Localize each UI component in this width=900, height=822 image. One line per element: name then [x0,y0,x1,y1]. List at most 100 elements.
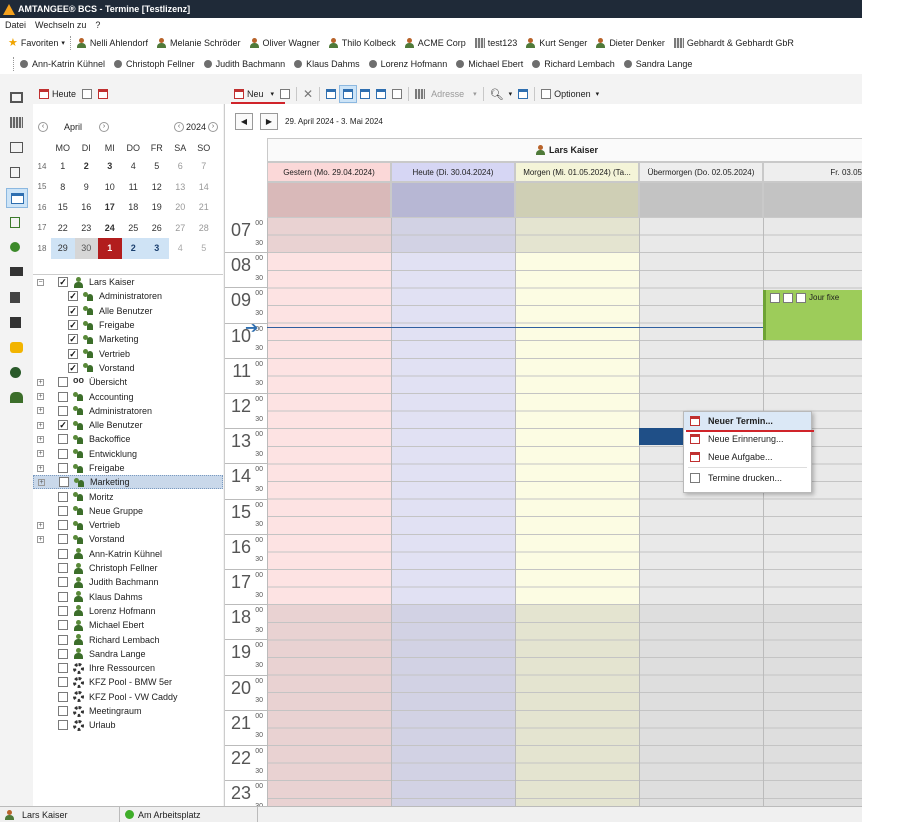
tree-item[interactable]: Richard Lembach [33,632,223,646]
expand-toggle[interactable]: + [37,464,44,472]
tree-checkbox[interactable] [59,477,69,488]
options-button[interactable]: Optionen ▾ [538,85,602,103]
year-label[interactable]: 2024 [186,122,206,132]
calendar-day[interactable]: 10 [98,177,122,198]
appointment-jour-fixe[interactable]: Jour fixe [763,290,865,340]
help-button[interactable] [6,363,28,383]
day-header[interactable]: Heute (Di. 30.04.2024) [391,162,515,182]
appointments-button[interactable] [6,188,28,208]
tree-checkbox[interactable] [58,706,68,717]
tree-checkbox[interactable]: ✓ [58,277,68,288]
tree-item[interactable]: ✓ Administratoren [33,289,223,303]
favorite-item[interactable]: test123 [474,37,517,48]
notes-button[interactable] [6,288,28,308]
expand-toggle[interactable]: + [37,521,44,529]
context-menu-item[interactable]: Neuer Termin... [684,412,811,430]
calendar-day[interactable]: 2 [75,156,99,177]
favorite-item[interactable]: Lorenz Hofmann [368,59,447,69]
tree-item[interactable]: ✓ Vorstand [33,361,223,375]
expand-toggle[interactable]: + [37,450,44,458]
workflow-button[interactable] [6,238,28,258]
calendar-day[interactable]: 23 [75,218,99,239]
users-button[interactable] [6,388,28,408]
tree-item[interactable]: Michael Ebert [33,618,223,632]
favorite-item[interactable]: Kurt Senger [526,37,587,48]
calendar-day[interactable]: 14 [192,177,216,198]
calendar-day[interactable]: 19 [145,197,169,218]
calendar-day[interactable]: 8 [51,177,75,198]
tree-item[interactable]: ✓ Alle Benutzer [33,304,223,318]
tree-checkbox[interactable] [58,591,68,602]
expand-toggle[interactable]: + [37,435,44,443]
timeline-view-button[interactable] [389,85,405,103]
search-button[interactable]: 🔍︎ ▾ [487,85,515,103]
tree-item[interactable]: + Administratoren [33,404,223,418]
tree-item[interactable]: + ✓ Alle Benutzer [33,418,223,432]
tree-checkbox[interactable]: ✓ [68,291,78,302]
tree-checkbox[interactable] [58,520,68,531]
calendar-day[interactable]: 21 [192,197,216,218]
tree-item[interactable]: Moritz [33,489,223,503]
context-menu-item[interactable]: Neue Erinnerung... [684,430,811,448]
calendar-day[interactable]: 17 [98,197,122,218]
favorite-item[interactable]: Thilo Kolbeck [328,37,396,48]
calendar-day[interactable]: 30 [74,238,98,259]
tree-checkbox[interactable] [58,605,68,616]
tree-item[interactable]: + Freigabe [33,461,223,475]
day-view-button[interactable] [323,85,339,103]
allday-slot[interactable] [763,182,865,218]
workweek-view-button[interactable] [339,85,358,103]
tree-checkbox[interactable] [58,448,68,459]
tree-checkbox[interactable]: ✓ [68,320,78,331]
calendar-day[interactable]: 5 [192,238,216,259]
allday-slot[interactable] [267,182,391,218]
favorite-item[interactable]: Melanie Schröder [156,37,241,48]
mail-button[interactable] [6,138,28,158]
addresses-button[interactable] [6,113,28,133]
tree-checkbox[interactable] [58,548,68,559]
context-menu-item[interactable]: Termine drucken... [684,469,811,487]
tree-checkbox[interactable] [58,434,68,445]
new-button[interactable]: Neu ▾ [231,85,277,103]
tree-item[interactable]: Ann-Katrin Kühnel [33,547,223,561]
tree-item[interactable]: + Vorstand [33,532,223,546]
calendar-day[interactable]: 4 [122,156,146,177]
tree-item[interactable]: + Accounting [33,389,223,403]
tree-checkbox[interactable] [58,463,68,473]
allday-slot[interactable] [515,182,639,218]
calendar-day[interactable]: 29 [51,238,75,259]
tree-checkbox[interactable] [58,720,68,731]
tree-checkbox[interactable] [58,377,68,388]
favorite-item[interactable]: Richard Lembach [532,59,615,69]
favorite-item[interactable]: ACME Corp [404,37,466,48]
calendar-day[interactable]: 3 [98,156,122,177]
calendar-day[interactable]: 25 [122,218,146,239]
calendar-day[interactable]: 15 [51,197,75,218]
expand-toggle[interactable]: + [37,393,44,401]
calendar-day[interactable]: 1 [51,156,75,177]
calendar-day[interactable]: 16 [75,197,99,218]
calendar-day[interactable]: 13 [169,177,193,198]
expand-toggle[interactable]: + [37,378,44,386]
day-column[interactable] [267,218,391,806]
day-column[interactable] [391,218,515,806]
tree-item[interactable]: ✓ Freigabe [33,318,223,332]
day-header[interactable]: Morgen (Mi. 01.05.2024) (Ta... [515,162,639,182]
menu-item[interactable]: Wechseln zu [35,20,86,30]
tree-item[interactable]: Sandra Lange [33,647,223,661]
tree-item[interactable]: Urlaub [33,718,223,732]
menu-item[interactable]: Datei [5,20,26,30]
phone-button[interactable] [6,313,28,333]
favorite-item[interactable]: Christoph Fellner [114,59,195,69]
favorite-item[interactable]: Klaus Dahms [294,59,360,69]
tree-checkbox[interactable] [58,648,68,659]
tree-checkbox[interactable] [58,691,68,702]
month-view-main-button[interactable] [373,85,389,103]
edit-button[interactable] [277,85,293,103]
favorite-item[interactable]: Gebhardt & Gebhardt GbR [673,37,794,48]
tree-checkbox[interactable]: ✓ [58,420,68,431]
tree-item[interactable]: ✓ Vertrieb [33,346,223,360]
calendar-day[interactable]: 5 [145,156,169,177]
tree-item[interactable]: + Vertrieb [33,518,223,532]
tree-item[interactable]: Judith Bachmann [33,575,223,589]
